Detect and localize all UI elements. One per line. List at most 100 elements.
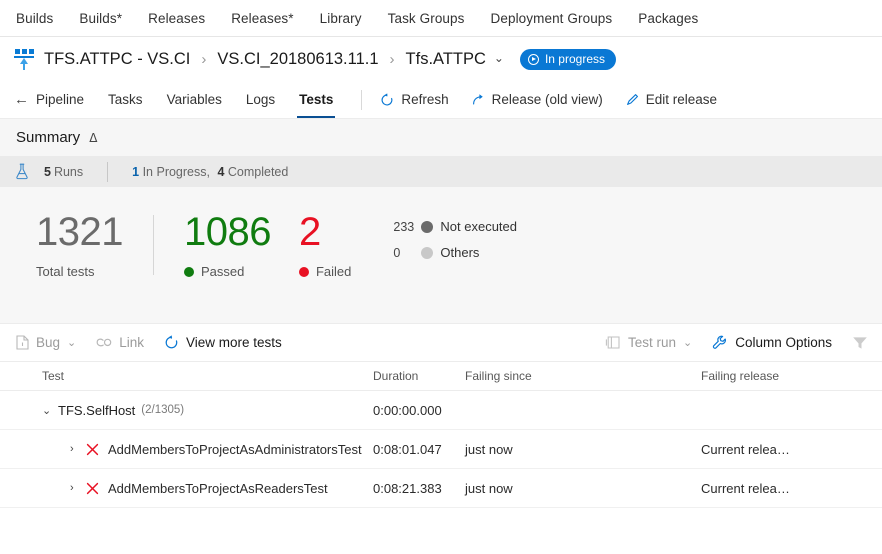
view-more-tests-label: View more tests	[186, 335, 282, 350]
runs-completed-label: Completed	[227, 164, 289, 179]
runs-divider	[107, 161, 109, 182]
duration-cell: 0:08:21.383	[373, 480, 442, 496]
topnav-item-releases[interactable]: Releases	[148, 11, 205, 26]
column-header-failing-since[interactable]: Failing since	[465, 369, 701, 383]
topnav-item-releases-preview[interactable]: Releases*	[231, 11, 293, 26]
summary-section-header[interactable]: Summary ᐃ	[0, 118, 882, 156]
chevron-down-icon[interactable]: ⌄	[67, 336, 76, 349]
column-options-label: Column Options	[735, 335, 832, 350]
flask-icon	[14, 163, 44, 180]
runs-completed-count: 4	[217, 164, 225, 179]
not-executed-label: Not executed	[440, 219, 517, 234]
status-badge[interactable]: In progress	[519, 48, 616, 70]
pencil-icon	[625, 93, 639, 107]
wrench-icon	[712, 335, 728, 351]
refresh-button[interactable]: Refresh	[380, 92, 449, 107]
create-bug-button[interactable]: Bug ⌄	[16, 335, 76, 350]
test-run-button[interactable]: Test run ⌄	[605, 335, 692, 350]
runs-state-label: 1 In Progress, 4 Completed	[132, 165, 288, 179]
view-more-tests-button[interactable]: View more tests	[164, 335, 282, 350]
link-label: Link	[119, 335, 145, 350]
passed-value: 1086	[183, 210, 271, 254]
chevron-down-icon[interactable]: ⌄	[494, 51, 504, 65]
breadcrumb-definition[interactable]: TFS.ATTPC - VS.CI	[44, 50, 190, 69]
tab-logs[interactable]: Logs	[246, 81, 275, 118]
secondary-stats: 233 Not executed 0 Others	[393, 219, 517, 271]
total-tests-value: 1321	[36, 210, 123, 254]
table-row[interactable]: › AddMembersToProjectAsAdministratorsTes…	[0, 430, 882, 469]
failed-label: Failed	[315, 264, 352, 279]
duration-cell: 0:00:00.000	[373, 402, 442, 418]
test-group-name: TFS.SelfHost	[58, 402, 136, 418]
others-label-wrap: Others	[421, 245, 479, 260]
breadcrumb: TFS.ATTPC - VS.CI › VS.CI_20180613.11.1 …	[0, 37, 882, 81]
duration-cell: 0:08:01.047	[373, 441, 442, 457]
failed-value: 2	[298, 210, 321, 254]
chevron-down-icon[interactable]: ⌄	[683, 336, 692, 349]
chevron-right-icon[interactable]: ›	[70, 443, 86, 455]
back-to-pipeline-label: Pipeline	[36, 92, 85, 107]
link-button[interactable]: Link	[96, 335, 144, 350]
test-name-cell[interactable]: › AddMembersToProjectAsReadersTest	[0, 481, 373, 496]
runs-word: Runs	[53, 164, 84, 179]
create-bug-label: Bug	[36, 335, 61, 350]
others-label: Others	[440, 245, 480, 260]
status-badge-label: In progress	[544, 52, 605, 66]
test-name: AddMembersToProjectAsAdministratorsTest	[108, 441, 362, 457]
release-old-view-button[interactable]: Release (old view)	[471, 92, 603, 107]
topnav-item-task-groups[interactable]: Task Groups	[388, 11, 465, 26]
breadcrumb-stage[interactable]: Tfs.ATTPC	[406, 50, 486, 69]
breadcrumb-build[interactable]: VS.CI_20180613.11.1	[217, 50, 378, 69]
chevron-right-icon[interactable]: ›	[70, 482, 86, 494]
refresh-icon	[380, 92, 394, 107]
not-executed-label-wrap: Not executed	[421, 219, 517, 234]
test-runs-strip: 5 Runs 1 In Progress, 4 Completed	[0, 156, 882, 187]
topnav-item-deployment-groups[interactable]: Deployment Groups	[491, 11, 613, 26]
stat-passed: 1086 Passed	[183, 210, 271, 279]
tab-tests[interactable]: Tests	[297, 81, 336, 118]
failing-release-cell: Current relea…	[701, 441, 790, 457]
runs-inprogress-label: In Progress,	[142, 164, 210, 179]
not-executed-value: 233	[393, 219, 415, 234]
test-run-icon	[605, 336, 621, 349]
column-header-failing-release[interactable]: Failing release	[701, 369, 840, 383]
failing-since-cell: just now	[465, 480, 513, 496]
topnav-item-builds-preview[interactable]: Builds*	[79, 11, 122, 26]
total-tests-label: Total tests	[36, 264, 95, 279]
tab-variables[interactable]: Variables	[167, 81, 222, 118]
failing-release-cell: Current relea…	[701, 480, 790, 496]
test-group-cell[interactable]: ⌄ TFS.SelfHost (2/1305)	[0, 403, 373, 418]
not-executed-dot-icon	[421, 220, 434, 233]
edit-release-label: Edit release	[645, 92, 718, 107]
table-row[interactable]: › AddMembersToProjectAsReadersTest 0:08:…	[0, 469, 882, 508]
column-options-button[interactable]: Column Options	[712, 335, 832, 351]
passed-label-wrap: Passed	[183, 264, 271, 279]
link-icon	[96, 337, 112, 349]
edit-release-button[interactable]: Edit release	[625, 92, 717, 107]
column-header-test[interactable]: Test	[0, 369, 373, 383]
top-navigation: Builds Builds* Releases Releases* Librar…	[0, 0, 882, 37]
filter-button[interactable]	[852, 336, 868, 350]
test-run-label: Test run	[627, 335, 676, 350]
topnav-item-packages[interactable]: Packages	[638, 11, 698, 26]
test-summary-stats: 1321 Total tests 1086 Passed 2 Failed 23…	[0, 187, 882, 323]
runs-count-label: 5 Runs	[44, 165, 83, 179]
results-toolbar: Bug ⌄ Link View more tests Test run ⌄ Co…	[0, 323, 882, 361]
stat-failed: 2 Failed	[298, 210, 352, 279]
filter-funnel-icon	[852, 336, 868, 350]
toolbar-divider	[361, 89, 363, 110]
table-row[interactable]: ⌄ TFS.SelfHost (2/1305) 0:00:00.000	[0, 391, 882, 430]
breadcrumb-separator-1: ›	[201, 50, 207, 68]
chevron-up-icon[interactable]: ᐃ	[89, 131, 97, 145]
stat-others: 0 Others	[393, 245, 517, 260]
others-dot-icon	[421, 246, 434, 259]
topnav-item-builds[interactable]: Builds	[16, 11, 53, 26]
others-value: 0	[393, 245, 401, 260]
chevron-down-icon[interactable]: ⌄	[42, 404, 58, 417]
topnav-item-library[interactable]: Library	[320, 11, 362, 26]
column-header-duration[interactable]: Duration	[373, 369, 465, 383]
back-to-pipeline-button[interactable]: ← Pipeline	[14, 81, 84, 118]
tab-tasks[interactable]: Tasks	[108, 81, 143, 118]
test-name-cell[interactable]: › AddMembersToProjectAsAdministratorsTes…	[0, 442, 373, 457]
release-pipeline-icon	[14, 48, 34, 70]
